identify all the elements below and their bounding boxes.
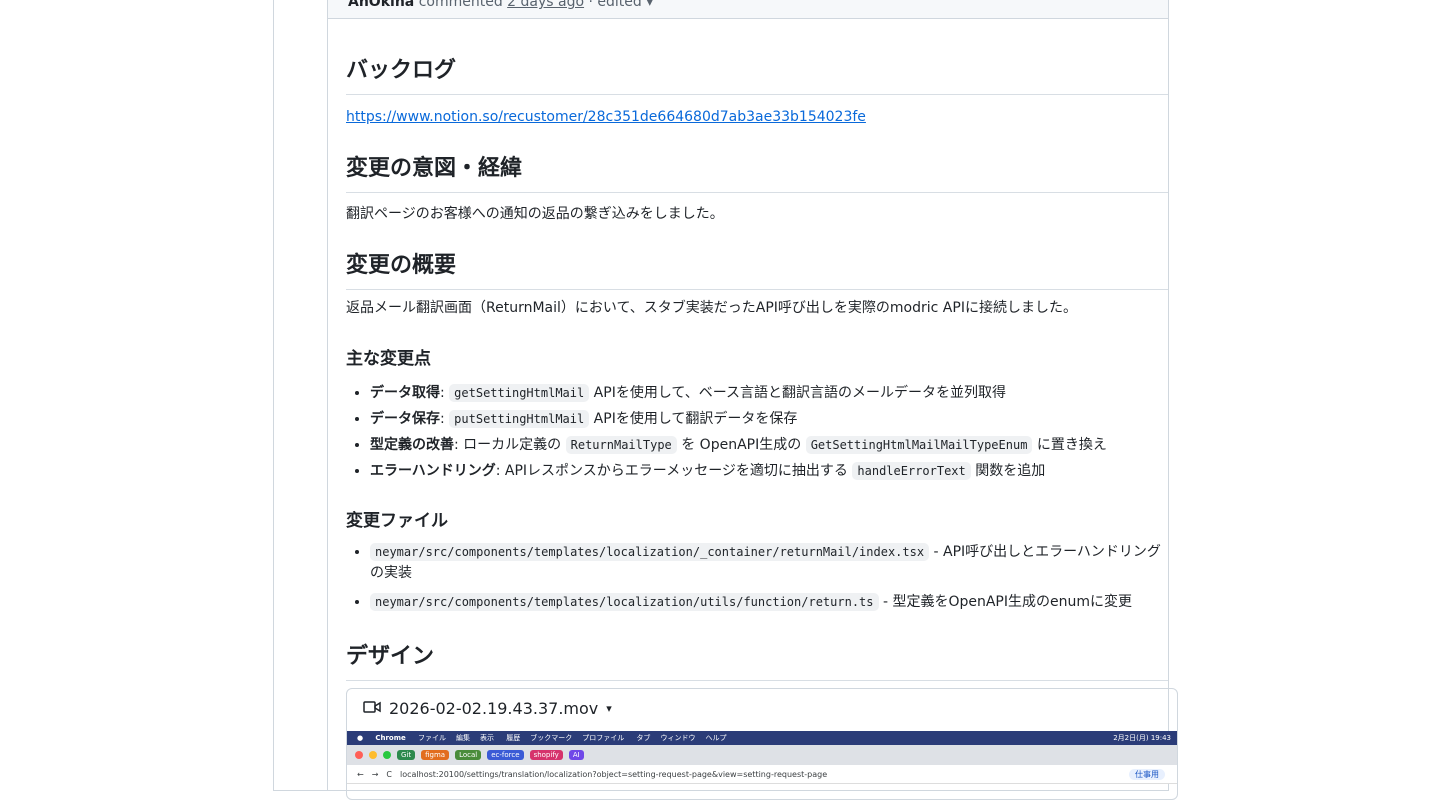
files-list: neymar/src/components/templates/localiza… — [346, 542, 1168, 613]
comment-author[interactable]: AnOkina — [348, 0, 414, 10]
list-item: neymar/src/components/templates/localiza… — [370, 592, 1168, 613]
change-text: APIを使用して、ベース言語と翻訳言語のメールデータを並列取得 — [589, 385, 1006, 401]
list-item: データ取得: getSettingHtmlMail APIを使用して、ベース言語… — [370, 380, 1168, 406]
file-path: neymar/src/components/templates/localiza… — [370, 593, 879, 611]
heading-main-changes: 主な変更点 — [346, 349, 431, 369]
comment-card: AnOkina commented 2 days ago · edited ▾ … — [327, 0, 1178, 800]
comment-time[interactable]: 2 days ago — [507, 0, 584, 10]
heading-overview: 変更の概要 — [346, 247, 1168, 290]
change-sep: : — [440, 385, 450, 401]
comment-header: AnOkina commented 2 days ago · edited ▾ — [328, 0, 1168, 19]
list-item: データ保存: putSettingHtmlMail APIを使用して翻訳データを… — [370, 406, 1168, 432]
backlog-link[interactable]: https://www.notion.so/recustomer/28c351d… — [346, 109, 866, 125]
change-sep: : APIレスポンスからエラーメッセージを適切に抽出する — [495, 463, 853, 479]
changes-list: データ取得: getSettingHtmlMail APIを使用して、ベース言語… — [346, 380, 1168, 484]
preview-clock: 2月2日(月) 19:43 — [1113, 734, 1171, 742]
intent-text: 翻訳ページのお客様への通知の返品の繋ぎ込みをしました。 — [346, 206, 724, 222]
inline-code: ReturnMailType — [565, 436, 677, 454]
file-path: neymar/src/components/templates/localiza… — [370, 543, 930, 561]
video-title[interactable]: 2026-02-02.19.43.37.mov ▾ — [363, 699, 612, 718]
list-item: エラーハンドリング: APIレスポンスからエラーメッセージを適切に抽出する ha… — [370, 458, 1168, 484]
change-text: に置き換え — [1032, 437, 1107, 453]
video-attachment[interactable]: 2026-02-02.19.43.37.mov ▾ ● Chrome ファイル編… — [346, 688, 1178, 800]
overview-text: 返品メール翻訳画面（ReturnMail）において、スタブ実装だったAPI呼び出… — [346, 300, 1077, 316]
video-filename: 2026-02-02.19.43.37.mov — [389, 699, 599, 718]
edited-dropdown[interactable]: · edited ▾ — [589, 0, 654, 10]
apple-icon: ● — [357, 734, 364, 742]
inline-code: getSettingHtmlMail — [449, 384, 590, 402]
heading-files: 変更ファイル — [346, 511, 448, 531]
preview-url: localhost:20100/settings/translation/loc… — [400, 769, 828, 779]
change-text: APIを使用して翻訳データを保存 — [589, 411, 798, 427]
list-item: neymar/src/components/templates/localiza… — [370, 542, 1168, 584]
heading-backlog: バックログ — [346, 52, 1168, 95]
inline-code: putSettingHtmlMail — [449, 410, 590, 428]
preview-tabbar: Git figma Local ec-force shopify AI — [347, 745, 1177, 765]
change-sep: : ローカル定義の — [454, 437, 566, 453]
file-desc: - 型定義をOpenAPI生成のenumに変更 — [878, 594, 1132, 610]
inline-code: handleErrorText — [852, 462, 971, 480]
change-text: を OpenAPI生成の — [676, 437, 806, 453]
change-text: 関数を追加 — [970, 463, 1046, 479]
change-label: データ取得 — [370, 385, 440, 401]
change-sep: : — [440, 411, 450, 427]
change-label: エラーハンドリング — [370, 463, 496, 479]
video-camera-icon — [363, 699, 381, 718]
preview-addressbar: ← → C localhost:20100/settings/translation… — [347, 765, 1177, 784]
chevron-down-icon[interactable]: ▾ — [606, 702, 612, 715]
list-item: 型定義の改善: ローカル定義の ReturnMailType を OpenAPI… — [370, 432, 1168, 458]
change-label: 型定義の改善 — [370, 437, 454, 453]
video-preview[interactable]: ● Chrome ファイル 編集 表示 履歴 ブックマーク プロファイル タブ ウィンドウ… — [347, 731, 1177, 799]
preview-menubar: ● Chrome ファイル 編集 表示 履歴 ブックマーク プロファイル タブ ウィンドウ… — [347, 731, 1177, 745]
comment-meta: AnOkina commented 2 days ago · edited ▾ — [348, 0, 653, 10]
inline-code: GetSettingHtmlMailMailTypeEnum — [805, 436, 1033, 454]
heading-design: デザイン — [346, 638, 1168, 681]
comment-action: commented — [418, 0, 503, 10]
heading-intent: 変更の意図・経緯 — [346, 150, 1168, 193]
change-label: データ保存 — [370, 411, 440, 427]
